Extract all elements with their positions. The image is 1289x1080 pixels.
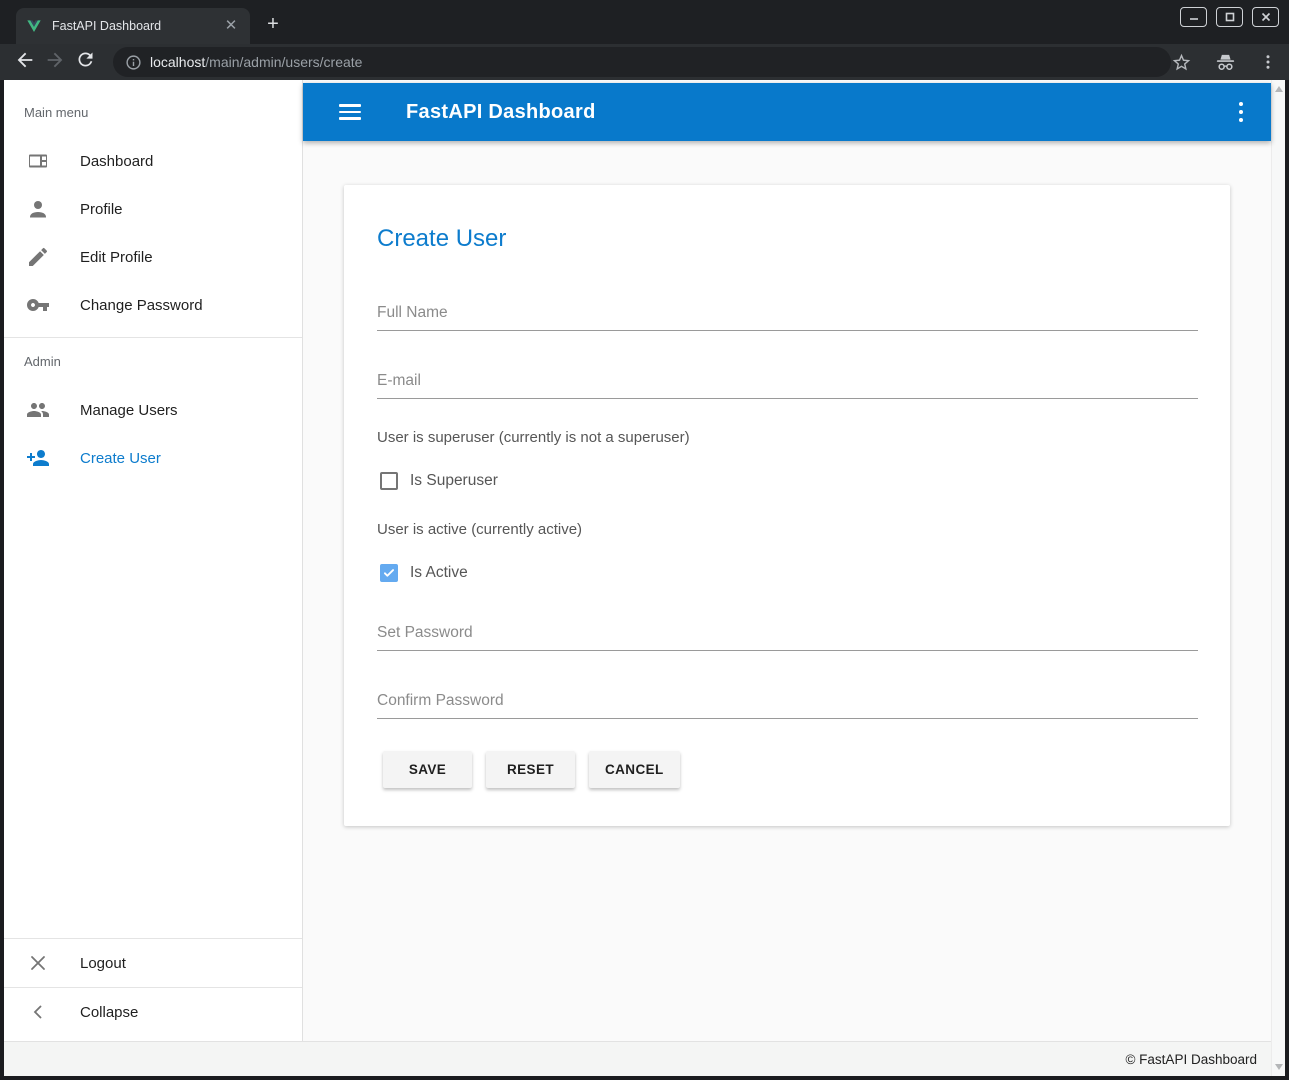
sidebar-item-manage-users[interactable]: Manage Users [4,386,302,434]
app-header: FastAPI Dashboard [303,83,1271,141]
is-superuser-row: Is Superuser [380,472,498,490]
site-info-icon[interactable] [125,54,142,71]
sidebar-item-label: Manage Users [80,402,178,419]
is-active-checkbox[interactable] [380,564,398,582]
sidebar-item-label: Dashboard [80,153,153,170]
reload-icon[interactable] [70,49,100,75]
copyright-text: © FastAPI Dashboard [1125,1052,1257,1067]
is-active-label: Is Active [410,564,468,582]
email-placeholder: E-mail [377,372,1198,398]
url-host: localhost [150,54,205,70]
sidebar-item-label: Profile [80,201,123,218]
sidebar-item-label: Logout [80,955,126,972]
bookmark-star-icon[interactable] [1171,52,1192,73]
form-title: Create User [377,225,506,253]
form-buttons: SAVE RESET CANCEL [383,751,680,788]
sidebar-item-label: Create User [80,450,161,467]
sidebar-item-create-user[interactable]: Create User [4,434,302,482]
sidebar-item-label: Change Password [80,297,203,314]
sidebar-item-profile[interactable]: Profile [4,185,302,233]
is-superuser-checkbox[interactable] [380,472,398,490]
set-password-field[interactable]: Set Password [377,624,1198,651]
superuser-hint: User is superuser (currently is not a su… [377,429,690,446]
url-path: /main/admin/users/create [205,54,362,70]
confirm-password-placeholder: Confirm Password [377,692,1198,718]
person-icon [26,197,50,221]
app-menu-kebab-icon[interactable] [1239,102,1244,123]
sidebar-item-change-password[interactable]: Change Password [4,281,302,329]
tab-strip: FastAPI Dashboard ✕ + [0,0,1289,44]
cancel-button[interactable]: CANCEL [589,751,680,788]
sidebar-item-collapse[interactable]: Collapse [4,988,302,1036]
address-bar[interactable]: localhost/main/admin/users/create [113,47,1171,77]
tab-title: FastAPI Dashboard [52,19,222,33]
full-name-placeholder: Full Name [377,304,1198,330]
sidebar-item-label: Collapse [80,1004,138,1021]
minimize-button[interactable] [1180,7,1207,27]
maximize-button[interactable] [1216,7,1243,27]
back-icon[interactable] [10,49,40,76]
page-content: Main menu Dashboard Profile Edit Profile [4,80,1285,1076]
email-field[interactable]: E-mail [377,372,1198,399]
set-password-placeholder: Set Password [377,624,1198,650]
sidebar-divider [4,337,302,338]
close-icon [26,951,50,975]
confirm-password-field[interactable]: Confirm Password [377,692,1198,719]
save-button[interactable]: SAVE [383,751,472,788]
sidebar: Main menu Dashboard Profile Edit Profile [4,80,303,1041]
people-icon [26,398,50,422]
is-active-row: Is Active [380,564,468,582]
hamburger-menu-icon[interactable] [339,100,361,124]
chevron-left-icon [26,1000,50,1024]
key-icon [26,293,50,317]
sidebar-section-main-menu: Main menu [24,105,88,120]
forward-icon[interactable] [40,49,70,76]
scroll-up-arrow-icon[interactable] [1275,86,1283,92]
pencil-icon [26,245,50,269]
person-add-icon [26,446,50,470]
new-tab-button[interactable]: + [260,12,286,38]
create-user-card: Create User Full Name E-mail User is sup… [344,185,1230,826]
tab-close-icon[interactable]: ✕ [222,17,240,35]
sidebar-section-admin: Admin [24,354,61,369]
page-footer: © FastAPI Dashboard [4,1041,1271,1076]
browser-tab[interactable]: FastAPI Dashboard ✕ [16,8,250,44]
is-superuser-label: Is Superuser [410,472,498,490]
scroll-down-arrow-icon[interactable] [1275,1064,1283,1070]
incognito-icon [1214,51,1237,74]
sidebar-item-dashboard[interactable]: Dashboard [4,137,302,185]
page-scrollbar[interactable] [1271,80,1285,1076]
app-title: FastAPI Dashboard [406,101,596,124]
active-hint: User is active (currently active) [377,521,582,538]
sidebar-item-edit-profile[interactable]: Edit Profile [4,233,302,281]
full-name-field[interactable]: Full Name [377,304,1198,331]
browser-menu-kebab-icon[interactable] [1259,53,1277,71]
browser-toolbar: localhost/main/admin/users/create [0,44,1289,80]
dashboard-icon [26,149,50,173]
reset-button[interactable]: RESET [486,751,575,788]
sidebar-item-label: Edit Profile [80,249,153,266]
vue-favicon-icon [26,18,42,34]
close-window-button[interactable] [1252,7,1279,27]
browser-window: FastAPI Dashboard ✕ + localhost/main/adm… [0,0,1289,1080]
sidebar-item-logout[interactable]: Logout [4,939,302,987]
